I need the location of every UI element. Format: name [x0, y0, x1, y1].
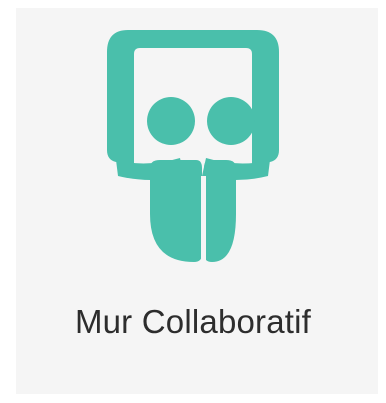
app-icon-container	[0, 0, 386, 290]
board-frame	[107, 30, 279, 164]
app-label[interactable]: Mur Collaboratif	[0, 303, 386, 341]
body-divider	[201, 176, 206, 262]
collaborative-board-icon	[107, 30, 279, 262]
right-person-head	[207, 97, 255, 145]
left-person-body	[150, 160, 202, 262]
left-person-head	[147, 97, 195, 145]
right-person-body	[204, 160, 236, 262]
